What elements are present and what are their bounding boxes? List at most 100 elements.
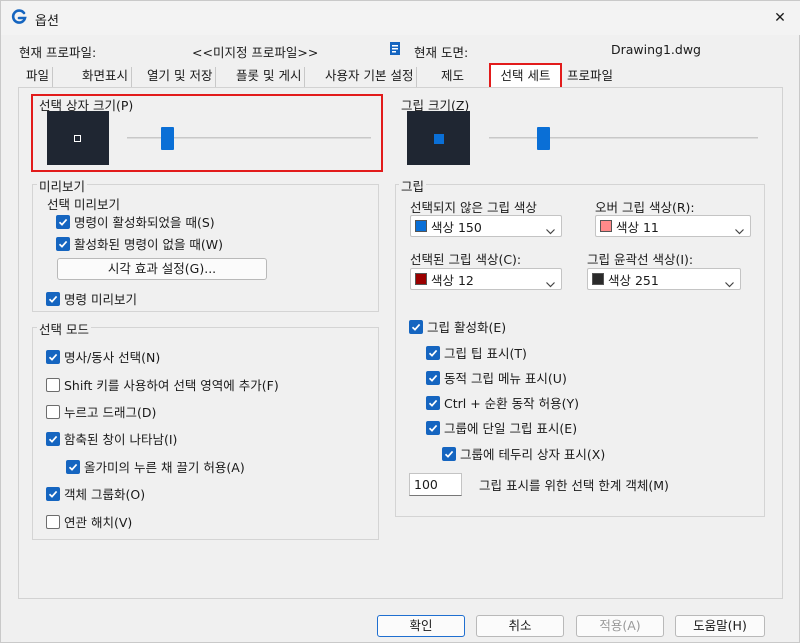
pickbox-square xyxy=(74,135,81,142)
checkbox-label: 객체 그룹화(O) xyxy=(64,487,146,502)
tab-open-save[interactable]: 열기 및 저장 xyxy=(144,67,217,87)
pickbox-preview xyxy=(47,111,109,165)
selection-mode-title: 선택 모드 xyxy=(37,319,91,338)
hover-grip-color-label: 오버 그립 색상(R): xyxy=(595,200,695,215)
grip-object-limit-label: 그립 표시를 위한 선택 한계 객체(M) xyxy=(479,478,669,493)
checkbox-checked-icon xyxy=(409,319,423,334)
lasso-drag-checkbox[interactable]: 올가미의 누른 채 끌기 허용(A) xyxy=(66,457,245,476)
tab-display[interactable]: 화면표시 xyxy=(79,67,133,87)
checkbox-checked-icon xyxy=(56,236,70,251)
tab-profiles[interactable]: 프로파일 xyxy=(564,67,616,87)
grip-slider-thumb[interactable] xyxy=(537,127,550,150)
chevron-down-icon xyxy=(546,276,555,291)
checkbox-label: 명사/동사 선택(N) xyxy=(64,350,161,365)
checkbox-label: 올가미의 누른 채 끌기 허용(A) xyxy=(84,460,245,475)
grips-title: 그립 xyxy=(399,176,427,195)
checkbox-checked-icon xyxy=(426,345,440,360)
select-value: 색상 11 xyxy=(616,219,659,235)
checkbox-label: 명령 미리보기 xyxy=(64,292,137,307)
chevron-down-icon xyxy=(546,223,555,238)
command-preview-checkbox[interactable]: 명령 미리보기 xyxy=(46,289,137,308)
selected-grip-color-select[interactable]: 색상 12 xyxy=(410,268,562,290)
checkbox-label: 누르고 드래그(D) xyxy=(64,405,157,420)
grip-slider-track xyxy=(489,137,758,139)
checkbox-checked-icon xyxy=(56,214,70,229)
chevron-down-icon xyxy=(735,223,744,238)
enable-grips-checkbox[interactable]: 그립 활성화(E) xyxy=(409,317,506,336)
app-logo-icon xyxy=(11,9,27,28)
apply-button[interactable]: 적용(A) xyxy=(576,615,664,637)
color-swatch xyxy=(415,220,427,232)
pickbox-slider-thumb[interactable] xyxy=(161,127,174,150)
ok-button[interactable]: 확인 xyxy=(377,615,465,637)
grip-tips-checkbox[interactable]: 그립 팁 표시(T) xyxy=(426,343,527,362)
current-drawing-value: Drawing1.dwg xyxy=(611,42,701,57)
grip-object-limit-input[interactable]: 100 xyxy=(409,473,462,496)
associative-hatch-checkbox[interactable]: 연관 해치(V) xyxy=(46,512,132,531)
chevron-down-icon xyxy=(725,276,734,291)
select-value: 색상 251 xyxy=(608,272,659,288)
checkbox-checked-icon xyxy=(426,370,440,385)
checkbox-unchecked-icon xyxy=(46,514,60,529)
noun-verb-checkbox[interactable]: 명사/동사 선택(N) xyxy=(46,347,160,366)
hover-grip-color-select[interactable]: 색상 11 xyxy=(595,215,751,237)
dynamic-grip-menu-checkbox[interactable]: 동적 그립 메뉴 표시(U) xyxy=(426,368,567,387)
checkbox-unchecked-icon xyxy=(46,377,60,392)
ctrl-cycling-checkbox[interactable]: Ctrl + 순환 동작 허용(Y) xyxy=(426,393,579,412)
tab-plot-publish[interactable]: 플롯 및 게시 xyxy=(233,67,306,87)
tab-drafting[interactable]: 제도 xyxy=(438,67,467,87)
checkbox-label: 연관 해치(V) xyxy=(64,515,133,530)
checkbox-label: 그립 활성화(E) xyxy=(427,320,507,335)
preview-title: 미리보기 xyxy=(37,176,88,195)
grip-contour-color-label: 그립 윤곽선 색상(I): xyxy=(587,252,694,267)
checkbox-label: 함축된 창이 나타남(I) xyxy=(64,432,178,447)
visual-effect-settings-button[interactable]: 시각 효과 설정(G)... xyxy=(57,258,267,280)
drawing-icon xyxy=(388,40,402,59)
checkbox-checked-icon xyxy=(46,349,60,364)
unselected-grip-color-select[interactable]: 색상 150 xyxy=(410,215,562,237)
press-drag-checkbox[interactable]: 누르고 드래그(D) xyxy=(46,402,156,421)
select-value: 색상 12 xyxy=(431,272,474,288)
help-button[interactable]: 도움말(H) xyxy=(675,615,765,637)
selected-grip-color-label: 선택된 그립 색상(C): xyxy=(410,252,522,267)
checkbox-checked-icon xyxy=(442,446,456,461)
single-grip-group-checkbox[interactable]: 그룹에 단일 그립 표시(E) xyxy=(426,418,577,437)
object-grouping-checkbox[interactable]: 객체 그룹화(O) xyxy=(46,484,145,503)
checkbox-label: 명령이 활성화되었을 때(S) xyxy=(74,215,215,230)
checkbox-unchecked-icon xyxy=(46,404,60,419)
tab-files[interactable]: 파일 xyxy=(23,67,54,87)
bounding-box-group-checkbox[interactable]: 그룹에 테두리 상자 표시(X) xyxy=(442,444,605,463)
shift-add-checkbox[interactable]: Shift 키를 사용하여 선택 영역에 추가(F) xyxy=(46,375,279,394)
select-value: 색상 150 xyxy=(431,219,482,235)
tab-user-preferences[interactable]: 사용자 기본 설정 xyxy=(322,67,418,87)
preview-active-command-checkbox[interactable]: 명령이 활성화되었을 때(S) xyxy=(56,212,215,231)
options-dialog: 옵션 ✕ 현재 프로파일: <<미지정 프로파일>> 현재 도면: Drawin… xyxy=(0,0,800,643)
unselected-grip-color-label: 선택되지 않은 그립 색상 xyxy=(410,200,537,215)
checkbox-checked-icon xyxy=(46,486,60,501)
title-bar: 옵션 ✕ xyxy=(1,1,800,35)
cancel-button[interactable]: 취소 xyxy=(476,615,564,637)
color-swatch xyxy=(592,273,604,285)
selection-preview-subtitle: 선택 미리보기 xyxy=(47,197,120,212)
checkbox-label: 그룹에 단일 그립 표시(E) xyxy=(444,421,578,436)
implied-window-checkbox[interactable]: 함축된 창이 나타남(I) xyxy=(46,429,177,448)
current-profile-label: 현재 프로파일: xyxy=(19,45,97,60)
checkbox-label: 활성화된 명령이 없을 때(W) xyxy=(74,237,224,252)
window-title: 옵션 xyxy=(35,14,59,29)
checkbox-checked-icon xyxy=(66,459,80,474)
checkbox-label: 동적 그립 메뉴 표시(U) xyxy=(444,371,567,386)
grip-contour-color-select[interactable]: 색상 251 xyxy=(587,268,741,290)
grip-size-preview xyxy=(407,111,470,165)
preview-no-command-checkbox[interactable]: 활성화된 명령이 없을 때(W) xyxy=(56,234,223,253)
checkbox-checked-icon xyxy=(426,420,440,435)
checkbox-label: 그립 팁 표시(T) xyxy=(444,346,527,361)
checkbox-label: 그룹에 테두리 상자 표시(X) xyxy=(460,447,606,462)
checkbox-checked-icon xyxy=(46,291,60,306)
color-swatch xyxy=(415,273,427,285)
tab-selection[interactable]: 선택 세트 xyxy=(489,63,562,89)
checkbox-checked-icon xyxy=(46,431,60,446)
close-button[interactable]: ✕ xyxy=(766,6,794,30)
color-swatch xyxy=(600,220,612,232)
checkbox-label: Ctrl + 순환 동작 허용(Y) xyxy=(444,396,579,411)
close-icon: ✕ xyxy=(774,10,786,26)
